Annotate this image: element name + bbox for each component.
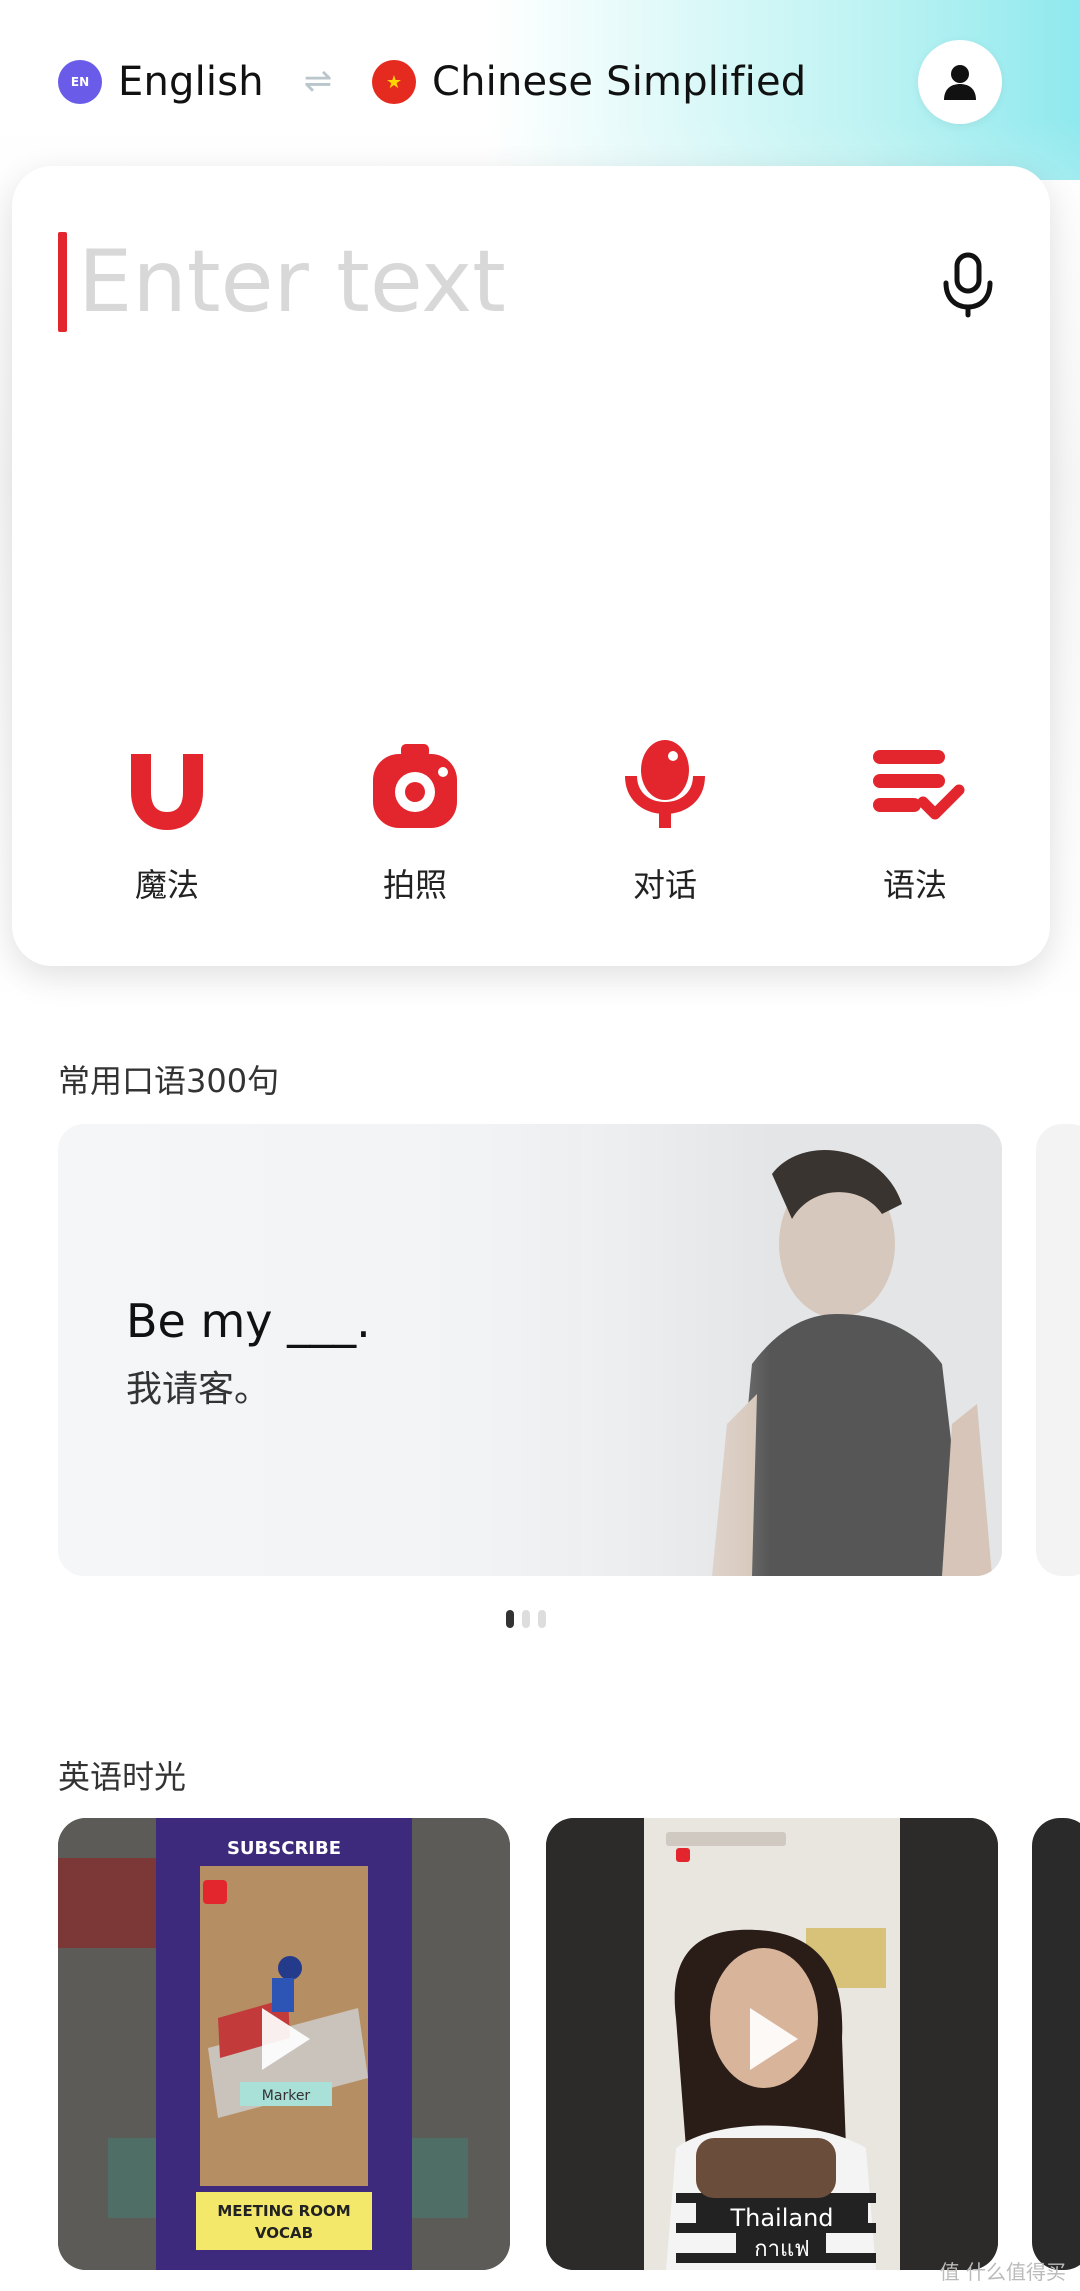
profile-button[interactable] (918, 40, 1002, 124)
english-flag-icon: EN (58, 60, 102, 104)
china-flag-icon: ★ (372, 60, 416, 104)
grammar-tool-button[interactable]: 语法 (840, 736, 990, 936)
target-language-selector[interactable]: ★ Chinese Simplified (372, 54, 806, 110)
video-caption-2: กาแฟ (754, 2237, 809, 2262)
voice-input-button[interactable] (934, 246, 1002, 322)
language-bar: EN English ⇌ ★ Chinese Simplified (0, 0, 1080, 165)
grammar-tool-label: 语法 (882, 866, 947, 904)
watermark: 值 什么值得买 (939, 2260, 1066, 2284)
videos-section-title: 英语时光 (58, 1758, 187, 1796)
grammar-check-icon (873, 750, 965, 820)
translation-tools: 魔法 拍照 对话 语法 (12, 736, 1050, 936)
video-card[interactable]: Thailand กาแฟ (546, 1818, 998, 2270)
marker-label: Marker (262, 2088, 311, 2104)
source-language-selector[interactable]: EN English (58, 54, 264, 110)
microphone-icon (625, 740, 705, 828)
pagination-dot-active[interactable] (506, 1610, 514, 1628)
video-overlay-text-1: MEETING ROOM (217, 2202, 350, 2220)
translation-text-input[interactable] (78, 222, 878, 342)
magic-tool-button[interactable]: 魔法 (92, 736, 242, 936)
video-card-peek[interactable] (1032, 1818, 1080, 2270)
phrase-card[interactable]: Be my ___. 我请客。 (58, 1124, 1002, 1576)
magnet-icon (131, 754, 203, 830)
video-overlay-text-2: VOCAB (255, 2224, 313, 2242)
play-icon[interactable] (254, 2004, 314, 2074)
target-language-label: Chinese Simplified (432, 59, 807, 105)
conversation-tool-label: 对话 (632, 866, 697, 904)
play-icon[interactable] (742, 2004, 802, 2074)
conversation-tool-button[interactable]: 对话 (590, 736, 740, 936)
video-caption-1: Thailand (729, 2204, 833, 2232)
magic-tool-label: 魔法 (134, 866, 199, 904)
photo-tool-label: 拍照 (382, 866, 447, 904)
pagination-dot[interactable] (538, 1610, 546, 1628)
translation-card: 魔法 拍照 对话 (12, 166, 1050, 966)
next-phrase-card-peek[interactable] (1036, 1124, 1080, 1576)
phrase-chinese-text: 我请客。 (126, 1369, 271, 1410)
photo-tool-button[interactable]: 拍照 (340, 736, 490, 936)
swap-languages-icon[interactable]: ⇌ (298, 64, 338, 98)
pagination-dot[interactable] (522, 1610, 530, 1628)
microphone-icon (943, 252, 993, 318)
source-language-label: English (118, 59, 264, 105)
phrase-english-text: Be my ___. (126, 1294, 371, 1348)
phrase-pagination (506, 1610, 546, 1628)
phrase-card-photo (582, 1124, 1002, 1576)
user-icon (944, 65, 976, 100)
phrases-section-title: 常用口语300句 (58, 1062, 280, 1100)
text-cursor (58, 232, 67, 332)
camera-icon (373, 744, 457, 828)
subscribe-overlay: SUBSCRIBE (227, 1838, 341, 1859)
video-card[interactable]: SUBSCRIBE Marker MEETING ROOM VOCAB (58, 1818, 510, 2270)
